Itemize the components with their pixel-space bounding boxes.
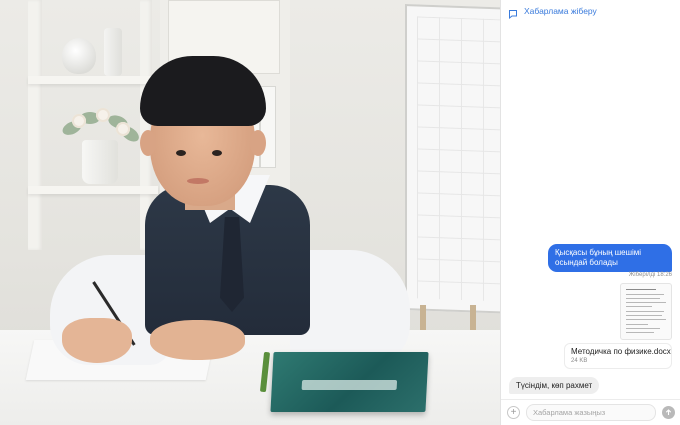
sent-status: Жіберілді 18:26 (628, 272, 672, 278)
student-ear (140, 130, 156, 156)
whiteboard (405, 4, 500, 314)
message-square-icon (508, 6, 518, 20)
attachment-preview[interactable] (620, 283, 672, 340)
student-hand (150, 320, 245, 360)
student-hand (62, 318, 132, 363)
outgoing-message: Қысқасы бұның шешімі осындай болады (548, 244, 672, 272)
message-input[interactable] (526, 404, 656, 421)
attachment-name: Методичка по физике.docx (571, 347, 671, 356)
arrow-up-icon[interactable] (662, 406, 675, 419)
chat-panel: Хабарлама жіберу Қысқасы бұның шешімі ос… (500, 0, 680, 425)
message-composer: + (501, 399, 680, 425)
incoming-message: Түсіндім, көп рахмет (509, 377, 600, 394)
student-eye (176, 150, 186, 156)
plus-icon[interactable]: + (507, 406, 520, 419)
student-ear (250, 130, 266, 156)
student-eye (212, 150, 222, 156)
chat-header: Хабарлама жіберу (501, 0, 680, 22)
attachment-card[interactable]: Методичка по физике.docx 24 KB (564, 343, 672, 369)
chat-title: Хабарлама жіберу (524, 6, 597, 16)
student-mouth (187, 178, 209, 184)
vase (62, 38, 96, 74)
attachment-size: 24 KB (571, 358, 588, 364)
flower-pot (82, 140, 118, 184)
video-feed (0, 0, 500, 425)
textbook (270, 352, 429, 412)
bottle (104, 28, 122, 76)
